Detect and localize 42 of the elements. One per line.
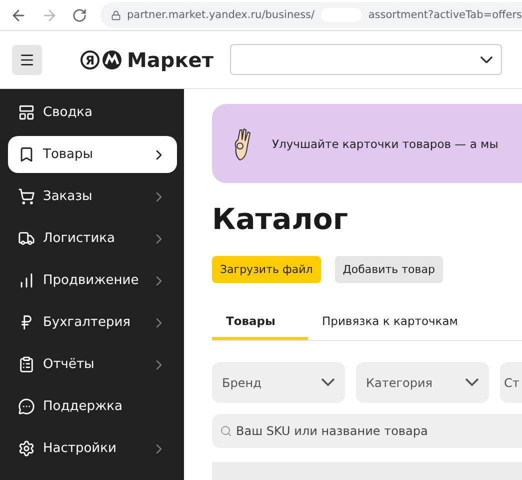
upload-button[interactable]: Загрузить файл bbox=[212, 256, 321, 283]
url-text: partner.market.yandex.ru/business/ bbox=[127, 9, 315, 21]
chevron-down-icon bbox=[465, 378, 479, 387]
bar-chart-icon bbox=[18, 272, 35, 289]
logo-text: Маркет bbox=[127, 48, 214, 72]
cart-icon bbox=[18, 188, 35, 205]
menu-icon bbox=[19, 52, 35, 68]
sidebar-item[interactable]: Настройки bbox=[8, 430, 177, 467]
sidebar-item[interactable]: Продвижение bbox=[8, 262, 177, 299]
sidebar-item[interactable]: Бухгалтерия bbox=[8, 304, 177, 341]
tab[interactable]: Привязка к карточкам bbox=[308, 304, 472, 340]
chevron-down-icon bbox=[321, 378, 335, 387]
reload-icon[interactable] bbox=[72, 8, 87, 22]
search-field[interactable]: Ваш SKU или название товара bbox=[212, 414, 522, 448]
logo-mark-icon bbox=[102, 50, 122, 70]
sidebar-item[interactable]: Логистика bbox=[8, 220, 177, 257]
sidebar-item[interactable]: Товары bbox=[8, 136, 177, 173]
filter-dropdown[interactable]: Категория bbox=[356, 362, 489, 403]
filter-dropdown[interactable]: Бренд bbox=[212, 362, 345, 403]
sidebar-item[interactable]: Поддержка bbox=[8, 388, 177, 425]
lock-icon bbox=[111, 10, 121, 20]
ok-hand-icon bbox=[232, 126, 252, 162]
sidebar-item[interactable]: Заказы bbox=[8, 178, 177, 215]
add-button[interactable]: Добавить товар bbox=[334, 256, 443, 283]
truck-icon bbox=[18, 230, 35, 247]
search-icon bbox=[220, 425, 232, 437]
chat-icon bbox=[18, 398, 35, 415]
url-text: assortment?activeTab=offers bbox=[368, 9, 522, 21]
tab[interactable]: Товары bbox=[212, 304, 308, 340]
logo-letter-icon: Я bbox=[80, 50, 100, 70]
page-title: Каталог bbox=[212, 201, 349, 238]
chevron-down-icon bbox=[480, 56, 493, 64]
clipboard-icon bbox=[18, 356, 35, 373]
sidebar-item[interactable]: Сводка bbox=[8, 94, 177, 131]
banner-text: Улучшайте карточки товаров — а мы bbox=[272, 136, 498, 150]
settings-icon bbox=[18, 440, 35, 457]
sidebar-item[interactable]: Отчёты bbox=[8, 346, 177, 383]
filter-dropdown[interactable]: Ст bbox=[500, 362, 522, 403]
layout-icon bbox=[18, 104, 35, 121]
bookmark-icon bbox=[18, 146, 35, 163]
address-bar[interactable]: partner.market.yandex.ru/business/ assortment?activeTab=offers bbox=[101, 2, 522, 28]
menu-button[interactable] bbox=[12, 44, 42, 74]
